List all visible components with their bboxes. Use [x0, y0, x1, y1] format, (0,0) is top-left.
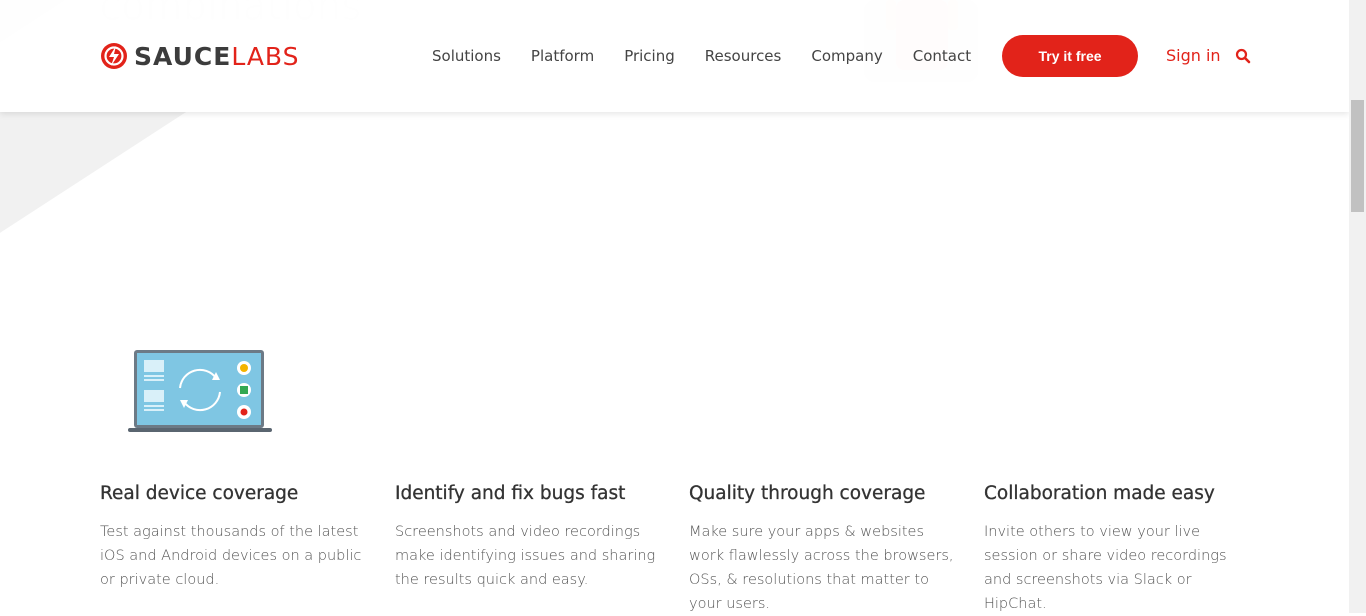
feature-collaboration: Collaboration made easy Invite others to… [984, 482, 1254, 616]
nav-resources[interactable]: Resources [705, 46, 782, 66]
nav-pricing[interactable]: Pricing [624, 46, 675, 66]
logo-text-sauce: SAUCE [134, 41, 232, 71]
scrollbar-thumb[interactable] [1351, 100, 1364, 212]
saucelabs-logo[interactable]: SAUCE LABS [100, 40, 300, 72]
nav-contact[interactable]: Contact [913, 46, 971, 66]
feature-title: Real device coverage [100, 483, 299, 504]
search-icon[interactable] [1235, 48, 1251, 64]
feature-body: Make sure your apps & websites work flaw… [689, 524, 954, 612]
feature-identify-bugs: Identify and fix bugs fast Screenshots a… [395, 482, 665, 592]
nav-solutions[interactable]: Solutions [432, 46, 501, 66]
sign-in-link[interactable]: Sign in [1166, 46, 1221, 65]
nav-platform[interactable]: Platform [531, 46, 594, 66]
feature-body: Test against thousands of the latest iOS… [100, 524, 362, 588]
feature-body: Invite others to view your live session … [984, 524, 1227, 612]
feature-real-device: Real device coverage Test against thousa… [100, 482, 370, 592]
try-it-free-button[interactable]: Try it free [1002, 35, 1138, 77]
feature-body: Screenshots and video recordings make id… [395, 524, 656, 588]
nav-company[interactable]: Company [811, 46, 882, 66]
feature-title: Collaboration made easy [984, 483, 1215, 504]
laptop-sync-illustration [128, 350, 272, 432]
feature-quality-coverage: Quality through coverage Make sure your … [689, 482, 959, 616]
feature-title: Identify and fix bugs fast [395, 483, 626, 504]
page-scrollbar[interactable] [1349, 0, 1366, 613]
site-header: SAUCE LABS Solutions Platform Pricing Re… [0, 0, 1349, 112]
feature-title: Quality through coverage [689, 483, 926, 504]
main-nav: Solutions Platform Pricing Resources Com… [432, 46, 1001, 66]
logo-text-labs: LABS [231, 41, 300, 71]
sauce-bolt-icon [101, 43, 127, 69]
